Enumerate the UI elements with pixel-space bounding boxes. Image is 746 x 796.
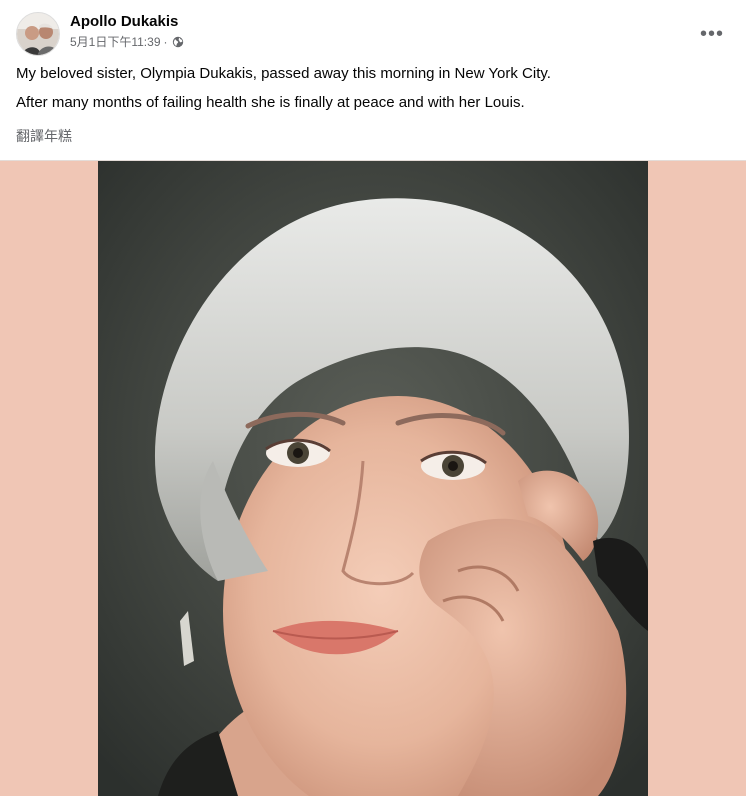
post-photo-container[interactable] [0,160,746,796]
more-options-icon[interactable]: ••• [694,16,730,52]
author-name[interactable]: Apollo Dukakis [70,12,178,31]
meta-separator: · [163,35,168,49]
post-text-line-2: After many months of failing health she … [16,94,525,111]
post-timestamp[interactable]: 5月1日下午11:39 [70,34,161,50]
post-message: My beloved sister, Olympia Dukakis, pass… [16,64,730,122]
post-header: Apollo Dukakis 5月1日下午11:39 · ••• [16,12,730,56]
globe-icon[interactable] [172,36,184,48]
author-avatar[interactable] [16,12,60,56]
post-meta: 5月1日下午11:39 · [70,34,184,50]
post-text-line-1: My beloved sister, Olympia Dukakis, pass… [16,65,551,82]
portrait-image [98,161,648,796]
avatar-image [17,13,59,55]
post-photo[interactable] [98,161,648,796]
facebook-post: Apollo Dukakis 5月1日下午11:39 · ••• My belo… [0,0,746,796]
see-translation-link[interactable]: 翻譯年糕 [16,126,72,146]
